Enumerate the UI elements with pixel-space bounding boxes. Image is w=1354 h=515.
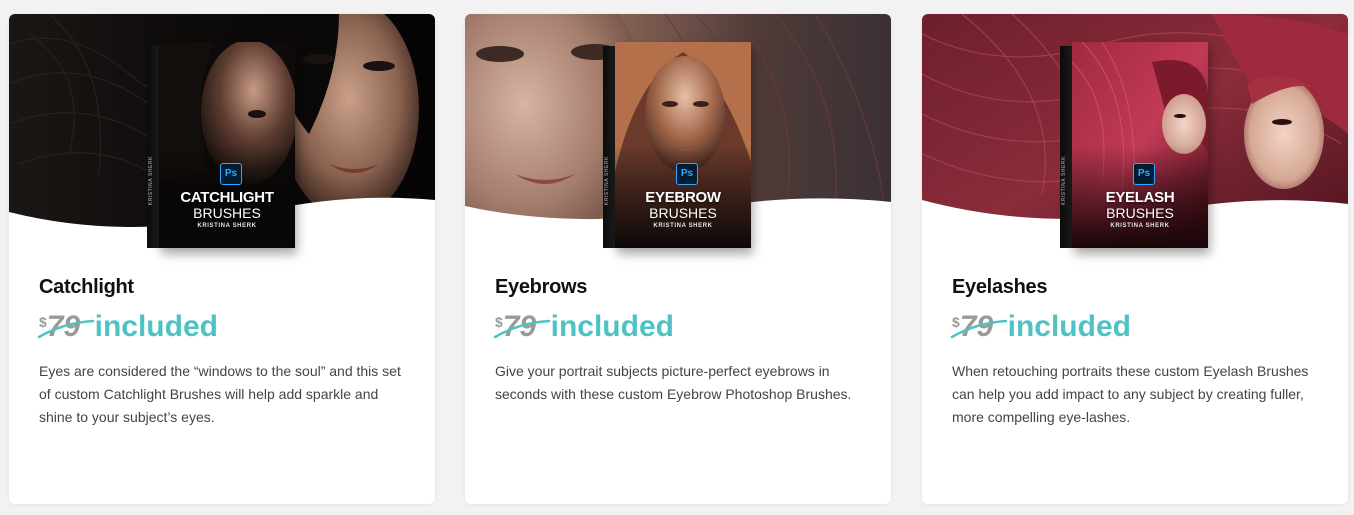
box-spine: KRISTINA SHERK — [1060, 46, 1072, 248]
card-description: Give your portrait subjects picture-perf… — [495, 363, 852, 402]
spine-label: KRISTINA SHERK — [604, 156, 610, 206]
product-box: KRISTINA SHERK — [1060, 42, 1208, 248]
box-subtitle: BRUSHES — [1106, 205, 1174, 221]
box-author: KRISTINA SHERK — [653, 223, 713, 229]
photoshop-icon: Ps — [1133, 163, 1155, 185]
box-front: Ps EYEBROW BRUSHES KRISTINA SHERK — [615, 42, 751, 248]
spine-label: KRISTINA SHERK — [1061, 156, 1067, 206]
product-cards: KRISTINA SHERK Ps CATCHLIGHT BRUSHES KRI… — [0, 0, 1354, 515]
product-card-eyebrows[interactable]: KRISTINA SHERK Ps EYEBROW BRUSHES KRISTI… — [465, 14, 891, 504]
included-label: included — [550, 310, 674, 343]
hero-image: KRISTINA SHERK — [9, 14, 435, 254]
old-price: $79 — [493, 310, 551, 344]
spine-label: KRISTINA SHERK — [148, 156, 154, 206]
included-label: included — [1007, 310, 1131, 343]
strikethrough-line — [493, 319, 551, 339]
box-title: EYELASH — [1105, 189, 1175, 206]
box-spine: KRISTINA SHERK — [147, 46, 159, 248]
box-author: KRISTINA SHERK — [1110, 223, 1170, 229]
photoshop-icon: Ps — [220, 163, 242, 185]
hero-image: KRISTINA SHERK — [465, 14, 891, 254]
box-title: CATCHLIGHT — [180, 189, 274, 206]
price-row: $79 included — [950, 310, 1131, 350]
card-title: Eyelashes — [952, 276, 1048, 298]
product-card-catchlight[interactable]: KRISTINA SHERK Ps CATCHLIGHT BRUSHES KRI… — [9, 14, 435, 504]
card-title: Eyebrows — [495, 276, 588, 298]
box-subtitle: BRUSHES — [193, 205, 261, 221]
product-card-eyelashes[interactable]: KRISTINA SHERK Ps EYELASH BRUSHES KRISTI… — [922, 14, 1348, 504]
price-row: $79 included — [493, 310, 674, 350]
card-description: When retouching portraits these custom E… — [952, 363, 1309, 425]
product-box: KRISTINA SHERK — [603, 42, 751, 248]
strikethrough-line — [37, 319, 95, 339]
box-subtitle: BRUSHES — [649, 205, 717, 221]
old-price: $79 — [950, 310, 1008, 344]
hero-image: KRISTINA SHERK — [922, 14, 1348, 254]
photoshop-icon: Ps — [676, 163, 698, 185]
included-label: included — [94, 310, 218, 343]
price-row: $79 included — [37, 310, 218, 350]
card-description: Eyes are considered the “windows to the … — [39, 363, 401, 425]
box-title: EYEBROW — [645, 189, 721, 206]
box-author: KRISTINA SHERK — [197, 223, 257, 229]
card-title: Catchlight — [39, 276, 134, 298]
box-front: Ps CATCHLIGHT BRUSHES KRISTINA SHERK — [159, 42, 295, 248]
strikethrough-line — [950, 319, 1008, 339]
old-price: $79 — [37, 310, 95, 344]
product-box: KRISTINA SHERK — [147, 42, 295, 248]
box-front: Ps EYELASH BRUSHES KRISTINA SHERK — [1072, 42, 1208, 248]
box-spine: KRISTINA SHERK — [603, 46, 615, 248]
